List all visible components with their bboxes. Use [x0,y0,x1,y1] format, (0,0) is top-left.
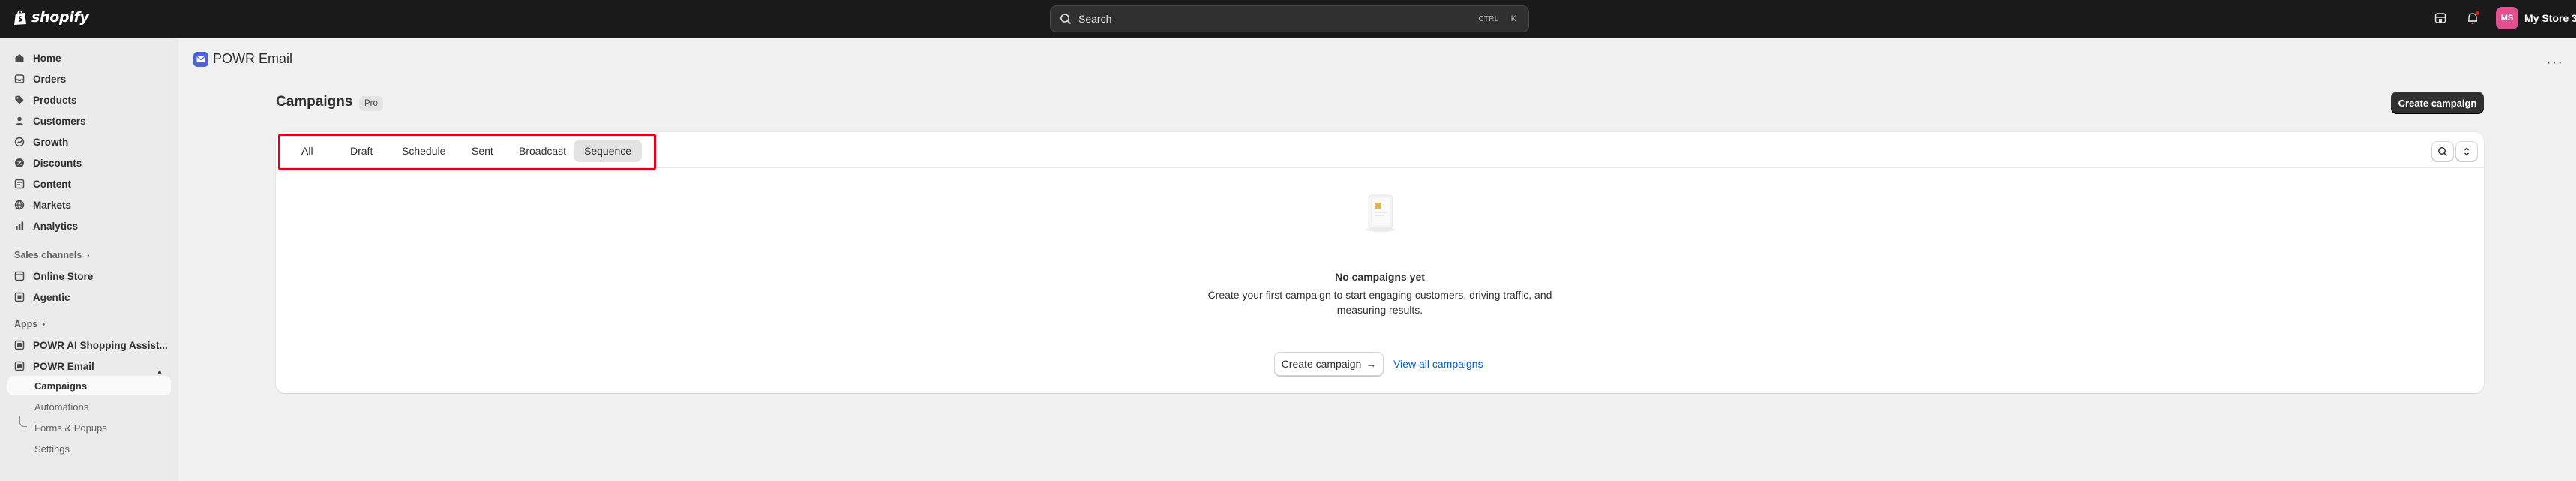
view-all-campaigns-link[interactable]: View all campaigns [1393,358,1483,370]
storefront-icon [13,270,25,282]
sidebar-item-discounts[interactable]: Discounts [7,153,171,173]
sidebar-item-analytics[interactable]: Analytics [7,216,171,236]
bell-icon[interactable] [2464,10,2481,26]
sidebar-subitem-settings[interactable]: Settings [7,439,171,458]
shortcut-k: K [1510,14,1516,23]
pin-indicator [158,371,161,374]
search-icon [2438,146,2448,156]
arrow-right-icon: → [1366,358,1377,370]
store-icon[interactable] [2432,10,2449,26]
sidebar-item-home[interactable]: Home [7,48,171,68]
search-icon [1060,14,1072,25]
globe-icon [13,199,25,211]
sidebar-item-powr-email[interactable]: POWR Email [7,356,171,376]
create-campaign-button[interactable]: Create campaign [2391,92,2484,114]
sidebar-item-powr-ai-shopping[interactable]: POWR AI Shopping Assist... [7,335,171,355]
sidebar-item-online-store[interactable]: Online Store [7,266,171,286]
apps-heading[interactable]: Apps › [14,319,45,329]
shortcut-ctrl: CTRL [1478,14,1499,23]
agentic-icon [13,291,25,303]
app-icon [13,339,25,351]
sidebar-item-growth[interactable]: Growth [7,132,171,152]
empty-state-illustration [1366,194,1396,232]
search-bar[interactable]: Search CTRL K [1050,5,1529,32]
campaigns-card: All Draft Schedule Sent Broadcast Sequen… [276,132,2484,393]
shopify-bag-icon [14,10,26,25]
app-header: POWR Email [193,51,292,67]
app-title: POWR Email [213,51,293,66]
create-campaign-cta-button[interactable]: Create campaign → [1274,352,1384,376]
inbox-icon [13,73,25,85]
chevron-right-icon: › [86,250,90,260]
tabs-bar: All Draft Schedule Sent Broadcast Sequen… [276,132,2484,170]
sales-channels-heading[interactable]: Sales channels › [14,250,90,260]
sidebar-item-orders[interactable]: Orders [7,69,171,89]
chevron-right-icon: › [42,319,46,329]
avatar[interactable]: MS [2496,7,2518,29]
chart-icon [13,220,25,232]
top-bar: shopify Search CTRL K MS My Store 3 [0,0,2576,38]
sidebar-subitem-campaigns[interactable]: Campaigns [7,376,171,395]
store-name[interactable]: My Store 3 [2524,12,2576,24]
brand-wordmark: shopify [31,9,89,26]
person-icon [13,115,25,127]
sidebar-subitem-forms-popups[interactable]: Forms & Popups [7,418,171,437]
tag-icon [13,94,25,106]
empty-state-title: No campaigns yet [1335,271,1425,283]
growth-icon [13,136,25,148]
sidebar-subitem-automations[interactable]: Automations [7,397,171,416]
plan-badge: Pro [359,96,383,111]
search-filter-button[interactable] [2431,141,2454,161]
search-placeholder: Search [1078,13,1112,25]
cta-label: Create campaign [1281,358,1362,370]
discount-icon [13,157,25,169]
powr-email-logo-icon [193,51,208,67]
sidebar-item-markets[interactable]: Markets [7,195,171,215]
app-icon [13,360,25,372]
sort-button[interactable] [2455,141,2478,161]
content-icon [13,178,25,190]
notification-dot [2475,11,2480,16]
sidebar-item-agentic[interactable]: Agentic [7,287,171,307]
page-title: Campaigns [276,94,353,110]
sidebar-item-customers[interactable]: Customers [7,111,171,131]
sidebar-item-products[interactable]: Products [7,90,171,110]
shopify-logo[interactable]: shopify [13,9,89,26]
tabs-highlight-outline [278,134,656,170]
sidebar: Home Orders Products Customers Growth Di… [0,38,178,481]
sidebar-item-content[interactable]: Content [7,174,171,194]
more-actions-icon[interactable]: ··· [2546,54,2563,71]
empty-state-description: Create your first campaign to start enga… [1207,289,1552,316]
home-icon [13,52,25,64]
sort-icon [2464,147,2469,155]
